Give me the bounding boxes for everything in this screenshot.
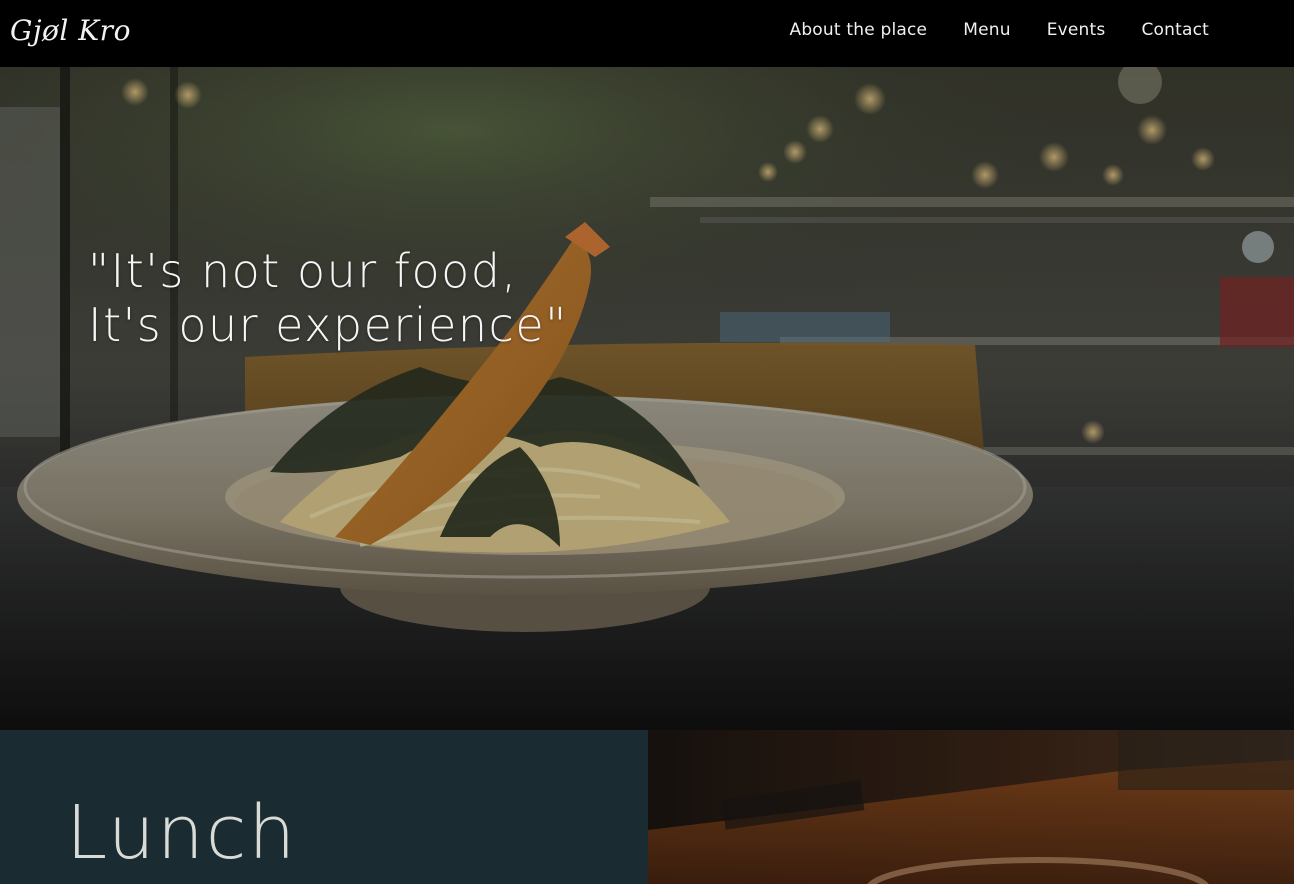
site-logo[interactable]: Gjøl Kro — [10, 14, 131, 47]
main-nav: About the place Menu Events Contact — [789, 20, 1209, 40]
hero-quote: "It's not our food, It's our experience" — [88, 244, 568, 352]
hero-quote-line-2: It's our experience" — [88, 298, 568, 352]
site-header: Gjøl Kro About the place Menu Events Con… — [0, 0, 1294, 67]
bar-image-section — [648, 730, 1294, 884]
nav-item-about[interactable]: About the place — [789, 20, 927, 40]
hero-section: "It's not our food, It's our experience" — [0, 67, 1294, 730]
hero-quote-line-1: "It's not our food, — [88, 244, 518, 298]
nav-item-events[interactable]: Events — [1047, 20, 1106, 40]
bar-image — [648, 730, 1294, 884]
nav-item-menu[interactable]: Menu — [963, 20, 1010, 40]
lunch-section: Lunch — [0, 730, 648, 884]
hero-image — [0, 67, 1294, 730]
page: Gjøl Kro About the place Menu Events Con… — [0, 0, 1294, 884]
lunch-heading: Lunch — [66, 790, 298, 876]
nav-item-contact[interactable]: Contact — [1141, 20, 1209, 40]
